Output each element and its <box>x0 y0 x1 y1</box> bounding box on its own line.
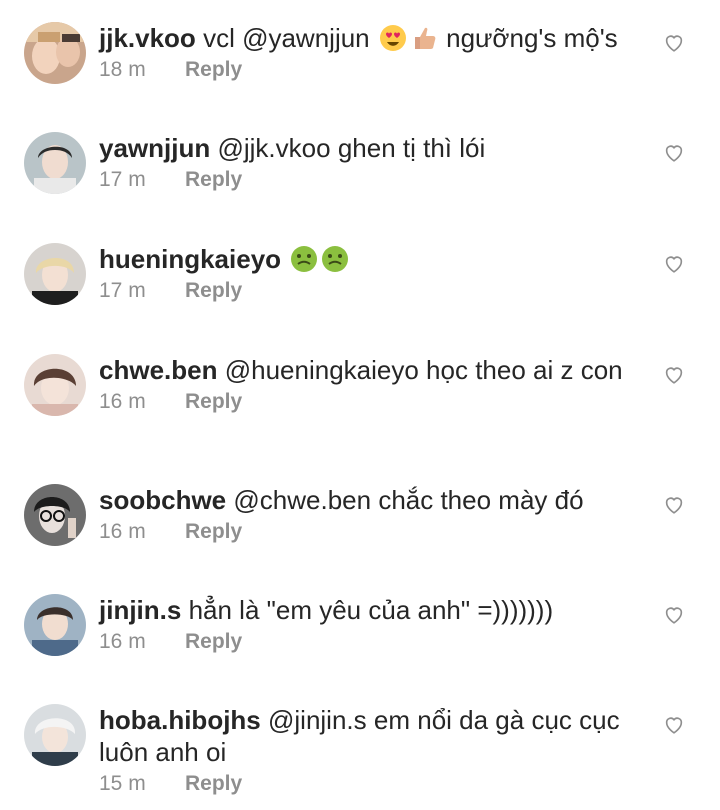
comment-username[interactable]: jinjin.s <box>99 595 181 625</box>
comment-timestamp: 16 m <box>99 630 146 653</box>
comment-text: ghen tị thì lói <box>337 133 486 163</box>
comment-mention[interactable]: @chwe.ben <box>233 485 371 515</box>
like-button[interactable] <box>663 142 685 164</box>
comment-text: hẳn là "em yêu của anh" =))))))) <box>188 595 554 625</box>
avatar[interactable] <box>24 354 86 416</box>
comment-text: học theo ai z con <box>426 355 623 385</box>
heart-outline-icon <box>665 145 683 162</box>
thumbs-up-emoji-icon <box>409 23 439 53</box>
nauseated-face-emoji-icon <box>289 244 319 274</box>
reply-button[interactable]: Reply <box>185 520 242 543</box>
avatar[interactable] <box>24 22 86 84</box>
user-avatar-icon <box>24 704 86 766</box>
reply-button[interactable]: Reply <box>185 58 242 81</box>
comment-list: jjk.vkoo vcl @yawnjjun ngưỡng's mộ's 18 … <box>0 0 720 810</box>
comment-username[interactable]: soobchwe <box>99 485 226 515</box>
reply-button[interactable]: Reply <box>185 772 242 795</box>
like-button[interactable] <box>663 253 685 275</box>
comment-username[interactable]: hueningkaieyo <box>99 244 281 274</box>
avatar[interactable] <box>24 704 86 766</box>
heart-outline-icon <box>665 607 683 624</box>
reply-button[interactable]: Reply <box>185 279 242 302</box>
comment-mention[interactable]: @jjk.vkoo <box>217 133 330 163</box>
avatar[interactable] <box>24 484 86 546</box>
comment-timestamp: 16 m <box>99 520 146 543</box>
like-button[interactable] <box>663 714 685 736</box>
nauseated-face-emoji-icon <box>320 244 350 274</box>
comment-mention[interactable]: @yawnjjun <box>242 23 370 53</box>
like-button[interactable] <box>663 604 685 626</box>
heart-outline-icon <box>665 367 683 384</box>
heart-outline-icon <box>665 717 683 734</box>
avatar[interactable] <box>24 243 86 305</box>
heart-outline-icon <box>665 35 683 52</box>
avatar[interactable] <box>24 132 86 194</box>
comment-timestamp: 18 m <box>99 58 146 81</box>
user-avatar-icon <box>24 594 86 656</box>
heart-outline-icon <box>665 256 683 273</box>
comment-timestamp: 17 m <box>99 279 146 302</box>
comment-mention[interactable]: @jinjin.s <box>268 705 367 735</box>
like-button[interactable] <box>663 32 685 54</box>
comment-username[interactable]: hoba.hibojhs <box>99 705 261 735</box>
user-avatar-icon <box>24 484 86 546</box>
comment-text: chắc theo mày đó <box>378 485 584 515</box>
user-avatar-icon <box>24 132 86 194</box>
comment-timestamp: 15 m <box>99 772 146 795</box>
comment-username[interactable]: jjk.vkoo <box>99 23 196 53</box>
comment-mention[interactable]: @hueningkaieyo <box>225 355 419 385</box>
user-avatar-icon <box>24 354 86 416</box>
comment-text: ngưỡng's mộ's <box>446 23 618 53</box>
reply-button[interactable]: Reply <box>185 168 242 191</box>
heart-outline-icon <box>665 497 683 514</box>
reply-button[interactable]: Reply <box>185 390 242 413</box>
comment-username[interactable]: chwe.ben <box>99 355 217 385</box>
like-button[interactable] <box>663 364 685 386</box>
comment-username[interactable]: yawnjjun <box>99 133 210 163</box>
comment-timestamp: 17 m <box>99 168 146 191</box>
avatar[interactable] <box>24 594 86 656</box>
comment-text: vcl <box>203 23 235 53</box>
heart-eyes-emoji-icon <box>378 23 408 53</box>
user-avatar-icon <box>24 243 86 305</box>
reply-button[interactable]: Reply <box>185 630 242 653</box>
user-avatar-icon <box>24 22 86 84</box>
like-button[interactable] <box>663 494 685 516</box>
comment-timestamp: 16 m <box>99 390 146 413</box>
